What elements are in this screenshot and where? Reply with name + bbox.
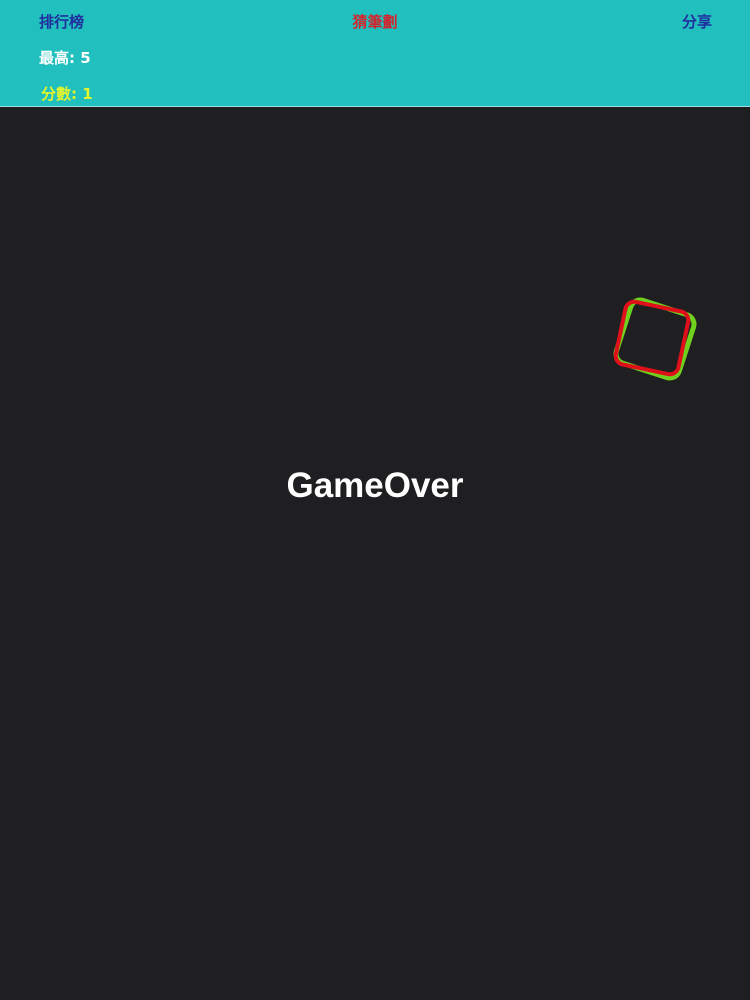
game-over-text: GameOver bbox=[286, 466, 464, 505]
current-score: 分數: 1 bbox=[41, 85, 93, 103]
best-score: 最高: 5 bbox=[39, 49, 91, 67]
drawn-square bbox=[613, 299, 691, 377]
share-button[interactable]: 分享 bbox=[682, 13, 712, 31]
play-area[interactable] bbox=[0, 107, 750, 1000]
top-bar: 排行榜 猜筆劃 分享 最高: 5 分數: 1 bbox=[0, 0, 750, 107]
square-stroke-shape bbox=[600, 286, 710, 396]
game-title: 猜筆劃 bbox=[352, 13, 398, 31]
